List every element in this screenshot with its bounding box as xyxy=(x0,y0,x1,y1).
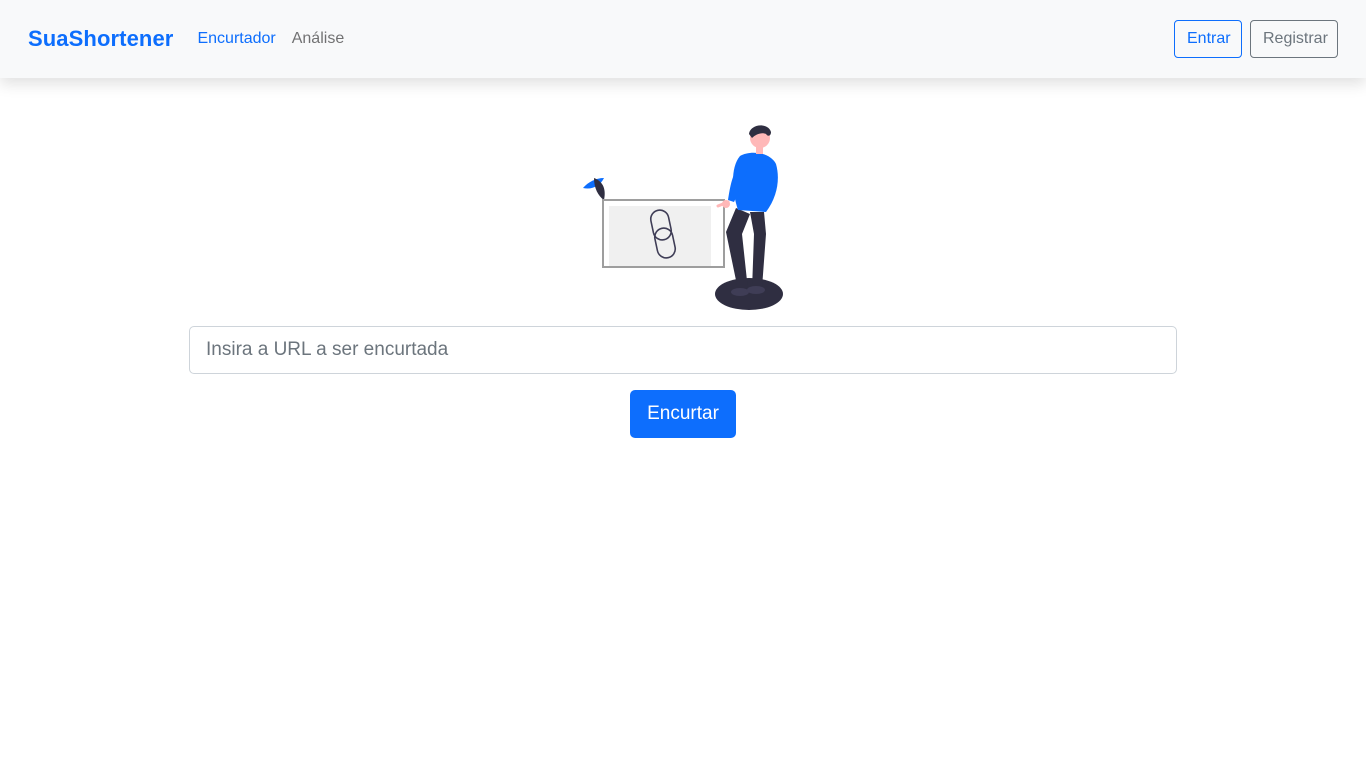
brand-logo[interactable]: SuaShortener xyxy=(28,26,173,52)
nav-link-encurtador[interactable]: Encurtador xyxy=(197,30,275,48)
nav-link-analise[interactable]: Análise xyxy=(292,30,344,48)
url-input[interactable] xyxy=(189,326,1177,374)
register-button[interactable]: Registrar xyxy=(1250,20,1338,58)
navbar: SuaShortener Encurtador Análise Entrar R… xyxy=(0,0,1366,78)
auth-buttons: Entrar Registrar xyxy=(1174,20,1338,58)
person-with-link-illustration xyxy=(580,122,786,312)
login-button[interactable]: Entrar xyxy=(1174,20,1242,58)
shorten-button[interactable]: Encurtar xyxy=(630,390,736,438)
nav-links: Encurtador Análise xyxy=(197,30,344,48)
